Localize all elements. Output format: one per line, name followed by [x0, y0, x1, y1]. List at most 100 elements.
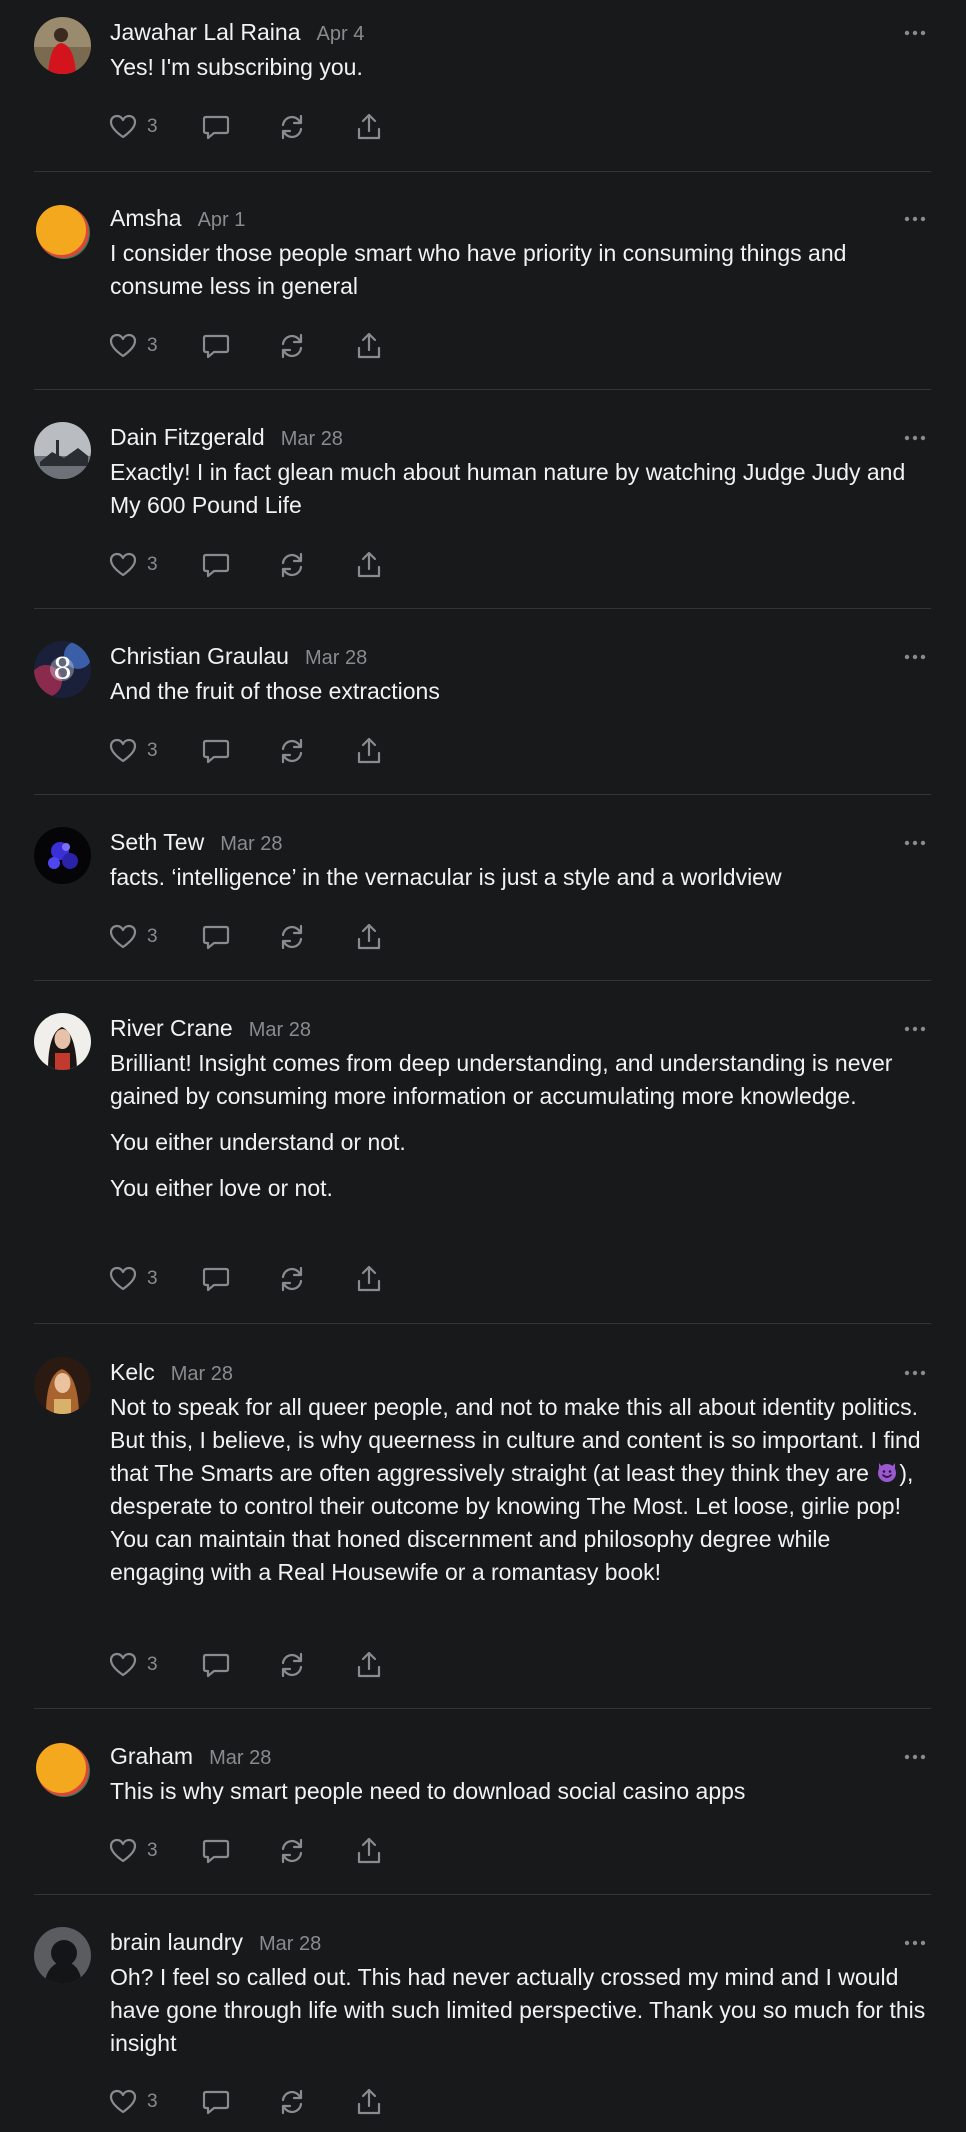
avatar[interactable]	[34, 203, 91, 260]
author-name[interactable]: Christian Graulau	[110, 643, 289, 670]
share-icon	[357, 737, 381, 764]
comment-text: Yes! I'm subscribing you.	[110, 54, 363, 80]
comment-body: This is why smart people need to downloa…	[110, 1775, 928, 1808]
more-options-button[interactable]	[898, 207, 932, 231]
smiling-devil-emoji	[878, 1463, 897, 1482]
avatar[interactable]	[34, 1357, 91, 1414]
like-button[interactable]: 3	[108, 109, 201, 145]
more-options-button[interactable]	[898, 1931, 932, 1955]
share-button[interactable]	[354, 733, 384, 769]
comment-body: Not to speak for all queer people, and n…	[110, 1391, 928, 1589]
restack-button[interactable]	[277, 2084, 354, 2120]
more-options-button[interactable]	[898, 831, 932, 855]
author-name[interactable]: Graham	[110, 1743, 193, 1770]
share-icon	[357, 1651, 381, 1678]
reply-button[interactable]	[201, 1647, 277, 1683]
comment-date[interactable]: Mar 28	[249, 1019, 311, 1042]
more-options-button[interactable]	[898, 1745, 932, 1769]
like-button[interactable]: 3	[108, 919, 201, 955]
more-horizontal-icon	[904, 1754, 926, 1760]
reply-button[interactable]	[201, 2084, 277, 2120]
restack-button[interactable]	[277, 547, 354, 583]
avatar[interactable]	[34, 1013, 91, 1070]
avatar[interactable]	[34, 17, 91, 74]
author-name[interactable]: Amsha	[110, 205, 182, 232]
comment-text: This is why smart people need to downloa…	[110, 1778, 746, 1804]
share-icon	[357, 923, 381, 950]
share-icon	[357, 551, 381, 578]
more-options-button[interactable]	[898, 645, 932, 669]
author-name[interactable]: Seth Tew	[110, 829, 204, 856]
divider	[34, 1894, 931, 1895]
avatar[interactable]	[34, 422, 91, 479]
like-count: 3	[147, 740, 158, 761]
avatar-image	[34, 1927, 91, 1984]
more-horizontal-icon	[904, 30, 926, 36]
avatar[interactable]	[34, 827, 91, 884]
avatar[interactable]	[34, 1927, 91, 1984]
comment-date[interactable]: Mar 28	[220, 833, 282, 856]
divider	[34, 980, 931, 981]
comment-body: Brilliant! Insight comes from deep under…	[110, 1047, 928, 1205]
author-name[interactable]: Kelc	[110, 1359, 155, 1386]
reply-button[interactable]	[201, 328, 277, 364]
like-button[interactable]: 3	[108, 1261, 201, 1297]
like-button[interactable]: 3	[108, 1647, 201, 1683]
restack-button[interactable]	[277, 1833, 354, 1869]
comment-bubble-icon	[202, 925, 230, 950]
share-button[interactable]	[354, 919, 384, 955]
like-button[interactable]: 3	[108, 547, 201, 583]
share-button[interactable]	[354, 547, 384, 583]
restack-button[interactable]	[277, 328, 354, 364]
author-name[interactable]: Jawahar Lal Raina	[110, 19, 301, 46]
restack-button[interactable]	[277, 109, 354, 145]
avatar[interactable]: 8	[34, 641, 91, 698]
more-options-button[interactable]	[898, 1017, 932, 1041]
comment-date[interactable]: Mar 28	[259, 1933, 321, 1956]
share-button[interactable]	[354, 1647, 384, 1683]
more-horizontal-icon	[904, 1026, 926, 1032]
comment-actions: 3	[108, 1833, 384, 1869]
share-button[interactable]	[354, 1833, 384, 1869]
reply-button[interactable]	[201, 1833, 277, 1869]
comment-text: Brilliant! Insight comes from deep under…	[110, 1050, 893, 1109]
restack-button[interactable]	[277, 1261, 354, 1297]
share-button[interactable]	[354, 1261, 384, 1297]
reply-button[interactable]	[201, 547, 277, 583]
restack-button[interactable]	[277, 919, 354, 955]
comment-actions: 3	[108, 2084, 384, 2120]
restack-icon	[281, 333, 303, 359]
reply-button[interactable]	[201, 109, 277, 145]
comment-date[interactable]: Mar 28	[305, 647, 367, 670]
like-button[interactable]: 3	[108, 328, 201, 364]
comment-date[interactable]: Apr 4	[317, 23, 365, 46]
heart-icon	[109, 1652, 137, 1677]
share-button[interactable]	[354, 2084, 384, 2120]
comment-bubble-icon	[202, 115, 230, 140]
comment-date[interactable]: Mar 28	[281, 428, 343, 451]
more-options-button[interactable]	[898, 21, 932, 45]
more-options-button[interactable]	[898, 426, 932, 450]
more-horizontal-icon	[904, 435, 926, 441]
more-horizontal-icon	[904, 1370, 926, 1376]
more-options-button[interactable]	[898, 1361, 932, 1385]
avatar[interactable]	[34, 1741, 91, 1798]
author-name[interactable]: Dain Fitzgerald	[110, 424, 265, 451]
reply-button[interactable]	[201, 1261, 277, 1297]
restack-button[interactable]	[277, 733, 354, 769]
comment-date[interactable]: Apr 1	[198, 209, 246, 232]
author-name[interactable]: brain laundry	[110, 1929, 243, 1956]
like-button[interactable]: 3	[108, 733, 201, 769]
like-button[interactable]: 3	[108, 2084, 201, 2120]
more-horizontal-icon	[904, 654, 926, 660]
share-button[interactable]	[354, 109, 384, 145]
comment-date[interactable]: Mar 28	[209, 1747, 271, 1770]
avatar-image: 8	[34, 641, 91, 698]
restack-button[interactable]	[277, 1647, 354, 1683]
author-name[interactable]: River Crane	[110, 1015, 233, 1042]
reply-button[interactable]	[201, 919, 277, 955]
comment-date[interactable]: Mar 28	[171, 1363, 233, 1386]
share-button[interactable]	[354, 328, 384, 364]
reply-button[interactable]	[201, 733, 277, 769]
like-button[interactable]: 3	[108, 1833, 201, 1869]
